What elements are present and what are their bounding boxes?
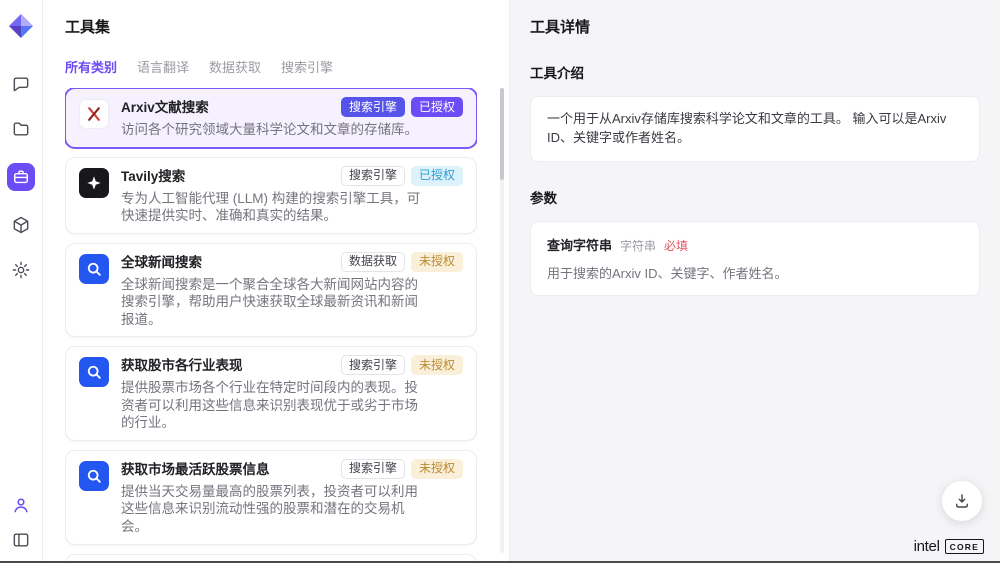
tool-body: 获取市场最活跃股票信息 搜索引擎 未授权 提供当天交易量最高的股票列表，投资者可… <box>121 459 463 536</box>
category-badge: 搜索引擎 <box>341 459 405 479</box>
stock-search-icon <box>79 357 109 387</box>
rail-nav <box>7 73 35 281</box>
tool-description: 提供股票市场各个行业在特定时间段内的表现。投资者可以利用这些信息来识别表现优于或… <box>121 379 429 432</box>
app-logo-icon <box>8 13 34 39</box>
tool-card-industry-performance[interactable]: 获取股市各行业表现 搜索引擎 未授权 提供股票市场各个行业在特定时间段内的表现。… <box>65 346 477 441</box>
details-title: 工具详情 <box>530 16 980 37</box>
rail-bottom <box>10 494 32 551</box>
param-name: 查询字符串 <box>547 235 612 254</box>
status-badge: 未授权 <box>411 459 463 479</box>
download-button[interactable] <box>942 481 982 521</box>
status-badge: 已授权 <box>411 166 463 186</box>
tab-language-translation[interactable]: 语言翻译 <box>137 57 189 76</box>
category-badge: 数据获取 <box>341 252 405 272</box>
tool-list: Arxiv文献搜索 搜索引擎 已授权 访问各个研究领域大量科学论文和文章的存储库… <box>65 88 477 563</box>
tool-title: 获取市场最活跃股票信息 <box>121 459 341 478</box>
category-badge: 搜索引擎 <box>341 166 405 186</box>
tool-body: 全球新闻搜索 数据获取 未授权 全球新闻搜索是一个聚合全球各大新闻网站内容的搜索… <box>121 252 463 329</box>
param-description: 用于搜索的Arxiv ID、关键字、作者姓名。 <box>547 263 963 282</box>
panel-toggle-icon[interactable] <box>10 529 32 551</box>
box-icon[interactable] <box>10 214 32 236</box>
tool-body: Tavily搜索 搜索引擎 已授权 专为人工智能代理 (LLM) 构建的搜索引擎… <box>121 166 463 225</box>
tool-body: Arxiv文献搜索 搜索引擎 已授权 访问各个研究领域大量科学论文和文章的存储库… <box>121 97 463 139</box>
settings-gear-icon[interactable] <box>10 259 32 281</box>
tool-details-panel: 工具详情 工具介绍 一个用于从Arxiv存储库搜索科学论文和文章的工具。 输入可… <box>510 0 1000 563</box>
intel-core-logo: intel CORE <box>914 538 984 555</box>
news-search-icon <box>79 254 109 284</box>
tab-all-categories[interactable]: 所有类别 <box>65 57 117 76</box>
intel-core-badge: CORE <box>945 539 984 554</box>
intro-text: 一个用于从Arxiv存储库搜索科学论文和文章的工具。 输入可以是Arxiv ID… <box>547 110 963 148</box>
tool-card-tavily[interactable]: Tavily搜索 搜索引擎 已授权 专为人工智能代理 (LLM) 构建的搜索引擎… <box>65 157 477 234</box>
intel-wordmark: intel <box>914 538 940 555</box>
category-tabs: 所有类别 语言翻译 数据获取 搜索引擎 <box>65 57 509 76</box>
intro-card: 一个用于从Arxiv存储库搜索科学论文和文章的工具。 输入可以是Arxiv ID… <box>530 96 980 162</box>
download-icon <box>953 492 971 510</box>
param-required-flag: 必填 <box>664 237 688 254</box>
tab-search-engine[interactable]: 搜索引擎 <box>281 57 333 76</box>
tool-description: 专为人工智能代理 (LLM) 构建的搜索引擎工具，可快速提供实时、准确和真实的结… <box>121 190 429 225</box>
folder-icon[interactable] <box>10 118 32 140</box>
tools-panel: 工具集 所有类别 语言翻译 数据获取 搜索引擎 Arxiv文献搜索 搜索引擎 已… <box>43 0 510 563</box>
tool-card-arxiv[interactable]: Arxiv文献搜索 搜索引擎 已授权 访问各个研究领域大量科学论文和文章的存储库… <box>65 88 477 148</box>
tool-title: 获取股市各行业表现 <box>121 355 341 374</box>
arxiv-logo-icon <box>79 99 109 129</box>
tool-description: 访问各个研究领域大量科学论文和文章的存储库。 <box>121 121 429 139</box>
category-badge: 搜索引擎 <box>341 97 405 117</box>
tool-card-global-news[interactable]: 全球新闻搜索 数据获取 未授权 全球新闻搜索是一个聚合全球各大新闻网站内容的搜索… <box>65 243 477 338</box>
tool-title: Arxiv文献搜索 <box>121 97 341 116</box>
scrollbar-thumb[interactable] <box>500 88 504 180</box>
status-badge: 未授权 <box>411 355 463 375</box>
tavily-sparkle-icon <box>79 168 109 198</box>
param-card: 查询字符串 字符串 必填 用于搜索的Arxiv ID、关键字、作者姓名。 <box>530 221 980 296</box>
param-type: 字符串 <box>620 237 656 254</box>
briefcase-icon-active-tools[interactable] <box>7 163 35 191</box>
status-badge: 未授权 <box>411 252 463 272</box>
tool-title: 全球新闻搜索 <box>121 252 341 271</box>
tool-description: 提供当天交易量最高的股票列表，投资者可以利用这些信息来识别流动性强的股票和潜在的… <box>121 483 429 536</box>
app-window: 工具集 所有类别 语言翻译 数据获取 搜索引擎 Arxiv文献搜索 搜索引擎 已… <box>0 0 1000 563</box>
tab-data-fetch[interactable]: 数据获取 <box>209 57 261 76</box>
icon-rail <box>0 0 43 563</box>
user-icon[interactable] <box>10 494 32 516</box>
stock-search-icon <box>79 461 109 491</box>
tool-description: 全球新闻搜索是一个聚合全球各大新闻网站内容的搜索引擎，帮助用户快速获取全球最新资… <box>121 276 429 329</box>
status-badge: 已授权 <box>411 97 463 117</box>
tools-panel-title: 工具集 <box>65 16 509 37</box>
intro-section-title: 工具介绍 <box>530 62 980 82</box>
tool-card-active-stocks[interactable]: 获取市场最活跃股票信息 搜索引擎 未授权 提供当天交易量最高的股票列表，投资者可… <box>65 450 477 545</box>
tool-body: 获取股市各行业表现 搜索引擎 未授权 提供股票市场各个行业在特定时间段内的表现。… <box>121 355 463 432</box>
chat-icon[interactable] <box>10 73 32 95</box>
tool-title: Tavily搜索 <box>121 166 341 185</box>
params-section-title: 参数 <box>530 187 980 207</box>
category-badge: 搜索引擎 <box>341 355 405 375</box>
